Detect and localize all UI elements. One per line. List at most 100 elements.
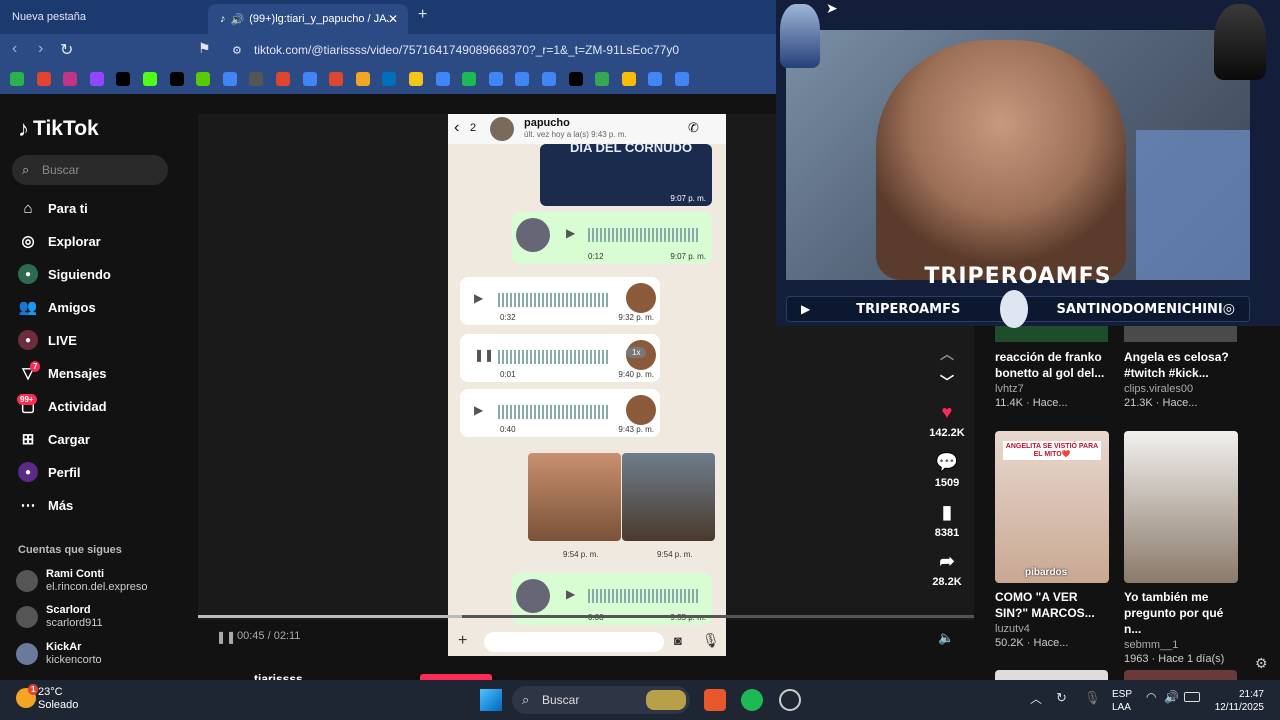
bookmark-favicon-icon[interactable]: [63, 72, 78, 86]
voice-duration: 0:01: [500, 370, 516, 379]
settings-icon[interactable]: ⚙: [1255, 655, 1268, 672]
bookmark-favicon-icon[interactable]: [409, 72, 423, 86]
nav-item-mas[interactable]: ⋯ Más: [18, 495, 74, 515]
battery-icon[interactable]: [1184, 692, 1200, 702]
tab-new[interactable]: Nueva pestaña: [0, 4, 200, 30]
bookmark-favicon-icon[interactable]: [276, 72, 290, 86]
volume-icon[interactable]: 🔈: [938, 630, 954, 646]
sync-icon[interactable]: ↻: [1056, 690, 1067, 706]
previous-video-icon[interactable]: ︿: [928, 344, 966, 364]
comment-button[interactable]: 💬 1509: [928, 452, 966, 489]
bookmark-favicon-icon[interactable]: [355, 72, 370, 86]
recommended-video[interactable]: reacción de franko bonetto al gol del...…: [995, 343, 1109, 409]
recommended-video[interactable]: Angela es celosa? #twitch #kick... clips…: [1124, 343, 1238, 409]
search-input[interactable]: ⌕ Buscar: [12, 155, 168, 185]
like-button[interactable]: ♥ 142.2K: [928, 402, 966, 439]
pause-icon[interactable]: ❚❚: [216, 630, 236, 644]
nav-item-para-ti[interactable]: ⌂ Para ti: [18, 198, 87, 218]
bookmark-favicon-icon[interactable]: [462, 72, 477, 86]
bookmark-favicon-icon[interactable]: [621, 72, 636, 86]
save-button[interactable]: ▮ 8381: [928, 502, 966, 539]
bookmark-favicon-icon[interactable]: [222, 72, 237, 86]
bookmark-favicon-icon[interactable]: [382, 72, 397, 86]
tab-label: Nueva pestaña: [12, 11, 86, 23]
volume-icon[interactable]: 🔊: [1164, 690, 1179, 704]
bookmark-favicon-icon[interactable]: [89, 72, 104, 86]
bookmark-favicon-icon[interactable]: [329, 72, 344, 86]
nav-item-perfil[interactable]: ● Perfil: [18, 462, 81, 482]
bookmark-favicon-icon[interactable]: [169, 72, 184, 86]
bookmark-favicon-icon[interactable]: [542, 72, 556, 86]
sender-avatar: [626, 395, 656, 425]
next-video-icon[interactable]: ﹀: [928, 372, 966, 392]
nav-item-explorar[interactable]: ◎ Explorar: [18, 231, 100, 251]
recommended-video[interactable]: Yo también me pregunto por qué n... sebm…: [1124, 431, 1238, 665]
nav-item-live[interactable]: ● LIVE: [18, 330, 77, 350]
taskbar-search[interactable]: ⌕ Buscar: [512, 686, 690, 714]
weather-widget[interactable]: 23°C Soleado: [38, 686, 78, 712]
tiktok-logo[interactable]: ♪ TikTok: [18, 116, 99, 142]
windows-start-icon[interactable]: [480, 689, 502, 711]
video-stat: 21.3K · Hace...: [1124, 397, 1198, 409]
nav-label: Siguiendo: [48, 266, 111, 282]
weather-condition: Soleado: [38, 699, 79, 711]
reload-icon[interactable]: ↻: [60, 40, 73, 60]
video-title: COMO "A VER SIN?" MARCOS...: [995, 590, 1095, 620]
avatar: [16, 643, 38, 665]
share-button[interactable]: ➦ 28.2K: [928, 551, 966, 588]
wifi-icon[interactable]: ◠: [1146, 690, 1156, 704]
bookmark-favicon-icon[interactable]: [435, 72, 450, 86]
bookmark-favicon-icon[interactable]: [249, 72, 264, 86]
video-thumbnail: ANGELITA SE VISTIÓ PARA EL MITO❤️ pibard…: [995, 431, 1109, 583]
recommended-video[interactable]: ANGELITA SE VISTIÓ PARA EL MITO❤️ pibard…: [995, 431, 1109, 649]
bookmark-favicon-icon[interactable]: [648, 72, 663, 86]
play-icon: ▶: [474, 403, 484, 417]
bookmark-favicon-icon[interactable]: [595, 72, 610, 86]
nav-item-siguiendo[interactable]: ● Siguiendo: [18, 264, 111, 284]
following-title: Cuentas que sigues: [18, 544, 122, 556]
bookmark-favicon-icon[interactable]: [488, 72, 503, 86]
video-thumbnail[interactable]: [1124, 326, 1237, 342]
address-bar[interactable]: ⚙ tiktok.com/@tiarissss/video/7571641749…: [228, 38, 768, 62]
close-tab-icon[interactable]: ✕: [388, 12, 398, 26]
nav-label: Perfil: [48, 464, 81, 480]
forward-icon[interactable]: ›: [38, 40, 43, 58]
tab-tiktok[interactable]: ♪ 🔊 (99+)lg:tiari_y_papucho / JAJA ✕: [208, 4, 408, 34]
mic-muted-icon[interactable]: 🎙: [1084, 690, 1101, 706]
tab-label: (99+)lg:tiari_y_papucho / JAJA: [249, 13, 390, 25]
new-tab-button[interactable]: +: [418, 6, 427, 24]
bookmark-favicon-icon[interactable]: [36, 72, 51, 86]
system-clock[interactable]: 21:47 12/11/2025: [1210, 688, 1264, 714]
language-indicator[interactable]: ESP LAA: [1112, 688, 1132, 714]
bookmark-favicon-icon[interactable]: [143, 72, 157, 86]
brave-icon[interactable]: [704, 689, 726, 711]
bookmark-favicon-icon[interactable]: [675, 72, 689, 86]
spotify-icon[interactable]: [741, 689, 763, 711]
nav-item-cargar[interactable]: ⊞ Cargar: [18, 429, 90, 449]
video-thumbnail[interactable]: [1124, 670, 1237, 680]
bookmark-favicon-icon[interactable]: [302, 72, 317, 86]
video-thumbnail[interactable]: [995, 326, 1108, 342]
bookmark-favicon-icon[interactable]: [568, 72, 583, 86]
bookmark-favicon-icon[interactable]: [515, 72, 530, 86]
following-account[interactable]: Rami Conti el.rincon.del.expreso: [16, 568, 148, 594]
bookmark-favicon-icon[interactable]: [196, 72, 211, 86]
bookmark-favicon-icon[interactable]: [116, 72, 131, 86]
clock-time: 21:47: [1238, 689, 1264, 700]
save-count: 8381: [934, 527, 960, 539]
site-info-icon[interactable]: ⚙: [232, 44, 242, 57]
following-account[interactable]: Scarlord scarlord911: [16, 604, 103, 630]
bookmark-favicon-icon[interactable]: [10, 72, 24, 86]
back-icon[interactable]: ‹: [12, 40, 17, 58]
bookmark-icon[interactable]: ⚑: [198, 40, 211, 57]
video-thumbnail[interactable]: [995, 670, 1108, 680]
nav-label: LIVE: [48, 332, 77, 348]
app-icon[interactable]: [779, 689, 801, 711]
following-account[interactable]: KickAr kickencorto: [16, 641, 102, 667]
chevron-up-icon[interactable]: ︿: [1030, 690, 1042, 707]
layout-code: LAA: [1112, 702, 1131, 713]
video-user: luzutv4: [995, 623, 1030, 635]
url-text: tiktok.com/@tiarissss/video/757164174908…: [254, 43, 680, 57]
nav-item-amigos[interactable]: 👥 Amigos: [18, 297, 96, 317]
webcam-feed: [786, 30, 1250, 280]
